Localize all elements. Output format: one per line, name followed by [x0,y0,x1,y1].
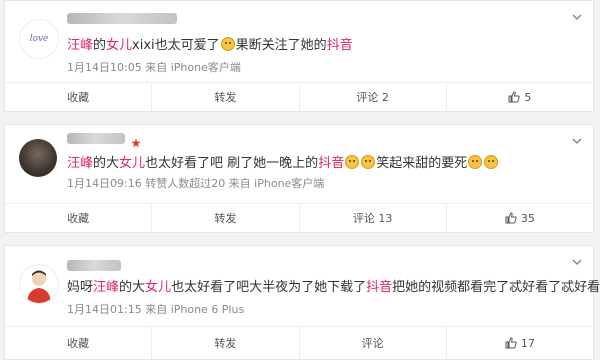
mention-link[interactable]: 女儿 [145,280,171,295]
comment-card: 汪峰的大女儿也太好看了吧 刷了她一晚上的抖音 笑起来甜的要死 1月14日09:16… [4,124,594,233]
emoji-icon [220,37,235,51]
comment-meta: 1月14日01:15 来自 iPhone 6 Plus [67,303,245,316]
username[interactable] [67,260,121,271]
comment-button[interactable]: 评论 [300,327,447,359]
avatar-love-text: love [29,34,49,44]
like-button[interactable]: 17 [447,327,593,359]
comment-text: 妈呀汪峰的大女儿也太好看了吧大半夜为了她下载了抖音把她的视频都看完了忒好看了忒好… [67,280,600,295]
comment-text: 汪峰的女儿xixi也太可爱了 果断关注了她的抖音 [67,37,353,53]
action-bar: 收藏 转发 评论 13 35 [5,203,593,232]
chevron-down-icon[interactable] [571,135,583,147]
collect-button[interactable]: 收藏 [5,83,153,111]
mention-link[interactable]: 汪峰 [67,38,93,53]
emoji-icon [484,155,499,169]
username[interactable] [67,133,125,144]
avatar[interactable] [19,264,59,304]
thumbs-up-icon [505,337,517,349]
collect-button[interactable]: 收藏 [5,204,153,232]
comment-card: love 汪峰的女儿xixi也太可爱了 果断关注了她的抖音 1月14日10:05 … [4,0,594,112]
avatar[interactable]: love [19,19,59,59]
thumbs-up-icon [508,91,521,103]
like-button[interactable]: 5 [447,83,593,111]
comment-button[interactable]: 评论 2 [300,83,447,111]
topic-link[interactable]: 抖音 [327,38,353,53]
emoji-icon [361,155,376,169]
repost-button[interactable]: 转发 [152,204,300,232]
comment-meta: 1月14日10:05 来自 iPhone客户端 [67,61,241,74]
mention-link[interactable]: 汪峰 [93,280,119,295]
star-badge-icon [131,133,141,148]
comment-button[interactable]: 评论 13 [300,204,447,232]
topic-link[interactable]: 抖音 [318,156,344,171]
chevron-down-icon[interactable] [571,256,583,268]
mention-link[interactable]: 汪峰 [67,156,93,171]
emoji-icon [345,155,360,169]
mention-link[interactable]: 女儿 [106,38,132,53]
action-bar: 收藏 转发 评论 2 5 [5,82,593,111]
like-button[interactable]: 35 [447,204,593,232]
action-bar: 收藏 转发 评论 17 [5,326,593,359]
collect-button[interactable]: 收藏 [5,327,153,359]
comment-meta: 1月14日09:16 转赞人数超过20 来自 iPhone客户端 [67,177,325,190]
mention-link[interactable]: 女儿 [119,156,145,171]
thumbs-up-icon [505,212,517,224]
avatar[interactable] [19,139,57,177]
comment-text: 汪峰的大女儿也太好看了吧 刷了她一晚上的抖音 笑起来甜的要死 [67,155,499,173]
topic-link[interactable]: 抖音 [366,280,392,295]
avatar-figure-icon [27,270,51,303]
comment-card: 妈呀汪峰的大女儿也太好看了吧大半夜为了她下载了抖音把她的视频都看完了忒好看了忒好… [4,245,600,360]
chevron-down-icon[interactable] [571,11,583,23]
username[interactable] [67,13,177,24]
repost-button[interactable]: 转发 [152,327,300,359]
emoji-icon [468,155,483,169]
repost-button[interactable]: 转发 [152,83,300,111]
